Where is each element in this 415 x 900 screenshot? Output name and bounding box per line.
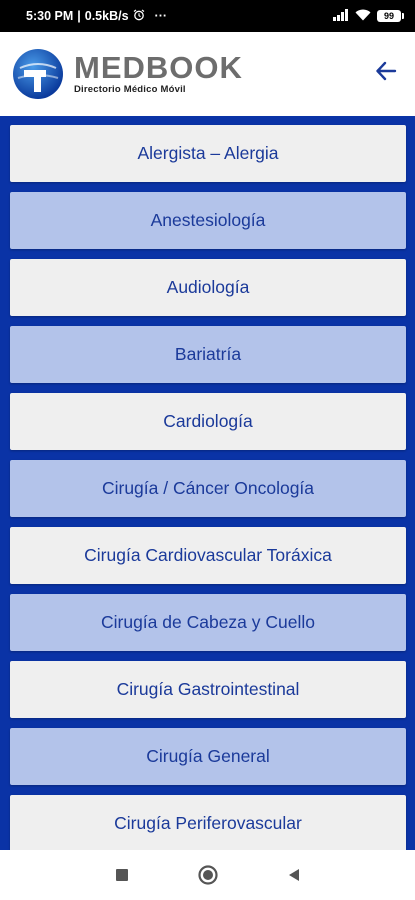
home-button[interactable] [196,863,220,887]
app-header: MEDBOOK Directorio Médico Móvil [0,32,415,116]
brand-title: MEDBOOK [74,50,243,85]
wifi-icon [355,9,371,24]
system-back-button[interactable] [282,863,306,887]
list-item-specialty[interactable]: Cirugía General [10,728,406,785]
list-item-specialty[interactable]: Cirugía Cardiovascular Toráxica [10,527,406,584]
status-speed: 0.5kB/s [84,9,129,23]
list-item-specialty[interactable]: Anestesiología [10,192,406,249]
status-time: 5:30 PM [26,9,74,23]
back-button[interactable] [371,56,401,86]
specialty-list-area[interactable]: Alergista – Alergia Anestesiología Audio… [0,116,415,850]
list-item-specialty[interactable]: Alergista – Alergia [10,125,406,182]
status-left: 5:30 PM | 0.5kB/s ··· [26,9,167,24]
system-nav-bar [0,850,415,900]
more-indicator: ··· [154,9,168,23]
square-icon [115,869,128,881]
list-item-specialty[interactable]: Cirugía Periferovascular [10,795,406,850]
triangle-back-icon [288,869,299,881]
arrow-left-icon [376,61,397,81]
status-bar: 5:30 PM | 0.5kB/s ··· 99 [0,0,415,32]
list-item-specialty[interactable]: Cirugía / Cáncer Oncología [10,460,406,517]
circle-icon [197,865,218,885]
brand: MEDBOOK Directorio Médico Móvil [74,50,243,95]
list-item-specialty[interactable]: Cirugía de Cabeza y Cuello [10,594,406,651]
status-right: 99 [333,8,404,24]
list-item-specialty[interactable]: Bariatría [10,326,406,383]
recents-button[interactable] [110,863,134,887]
list-item-specialty[interactable]: Audiología [10,259,406,316]
status-separator: | [77,9,81,23]
list-item-specialty[interactable]: Cirugía Gastrointestinal [10,661,406,718]
brand-subtitle: Directorio Médico Móvil [74,84,186,95]
alarm-icon [133,9,145,24]
signal-icon [333,8,349,24]
screen: 5:30 PM | 0.5kB/s ··· 99 MEDBOOK Directo… [0,0,415,900]
medbook-logo-icon [13,49,63,99]
list-item-specialty[interactable]: Cardiología [10,393,406,450]
battery-indicator: 99 [377,10,404,22]
specialty-list: Alergista – Alergia Anestesiología Audio… [0,116,415,850]
